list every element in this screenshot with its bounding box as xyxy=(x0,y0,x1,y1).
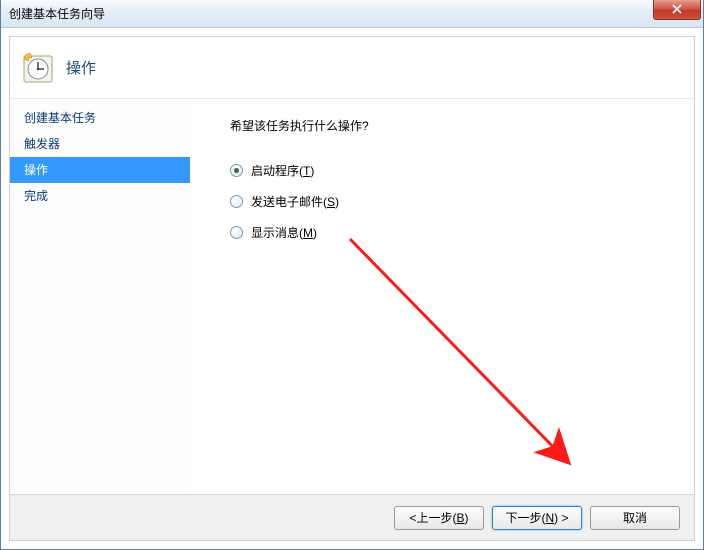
wizard-inner: 操作 创建基本任务 触发器 操作 完成 希望该任务执行什么操作? 启动程序(T)… xyxy=(9,36,695,541)
back-button[interactable]: <上一步(B) xyxy=(394,506,484,530)
clock-icon xyxy=(22,52,54,84)
main-panel: 希望该任务执行什么操作? 启动程序(T) 发送电子邮件(S) 显示消息(M) xyxy=(190,99,694,494)
wizard-window: 创建基本任务向导 操作 创建基本任务 触发器 操作 完成 xyxy=(0,0,704,550)
back-button-label: <上一步(B) xyxy=(409,509,468,526)
wizard-body: 创建基本任务 触发器 操作 完成 希望该任务执行什么操作? 启动程序(T) 发送… xyxy=(10,99,694,494)
cancel-button[interactable]: 取消 xyxy=(590,506,680,530)
option-label: 显示消息(M) xyxy=(251,224,317,241)
close-icon xyxy=(672,4,682,14)
wizard-header: 操作 xyxy=(10,37,694,99)
sidebar-item-action[interactable]: 操作 xyxy=(10,157,190,183)
sidebar-item-trigger[interactable]: 触发器 xyxy=(10,131,190,157)
option-label: 发送电子邮件(S) xyxy=(251,193,339,210)
arrow-annotation xyxy=(340,229,600,479)
radio-icon xyxy=(230,195,243,208)
cancel-button-label: 取消 xyxy=(623,509,647,526)
next-button[interactable]: 下一步(N) > xyxy=(492,506,582,530)
window-title: 创建基本任务向导 xyxy=(9,5,105,22)
sidebar: 创建基本任务 触发器 操作 完成 xyxy=(10,99,190,494)
radio-icon xyxy=(230,164,243,177)
radio-icon xyxy=(230,226,243,239)
prompt-text: 希望该任务执行什么操作? xyxy=(230,117,674,134)
wizard-footer: <上一步(B) 下一步(N) > 取消 xyxy=(10,494,694,540)
next-button-label: 下一步(N) > xyxy=(505,509,568,526)
sidebar-item-create-task[interactable]: 创建基本任务 xyxy=(10,105,190,131)
titlebar: 创建基本任务向导 xyxy=(1,0,703,28)
page-title: 操作 xyxy=(66,57,96,78)
option-send-email[interactable]: 发送电子邮件(S) xyxy=(230,193,674,210)
option-start-program[interactable]: 启动程序(T) xyxy=(230,162,674,179)
option-label: 启动程序(T) xyxy=(251,162,314,179)
sidebar-item-finish[interactable]: 完成 xyxy=(10,183,190,209)
close-button[interactable] xyxy=(653,0,701,20)
option-show-message[interactable]: 显示消息(M) xyxy=(230,224,674,241)
